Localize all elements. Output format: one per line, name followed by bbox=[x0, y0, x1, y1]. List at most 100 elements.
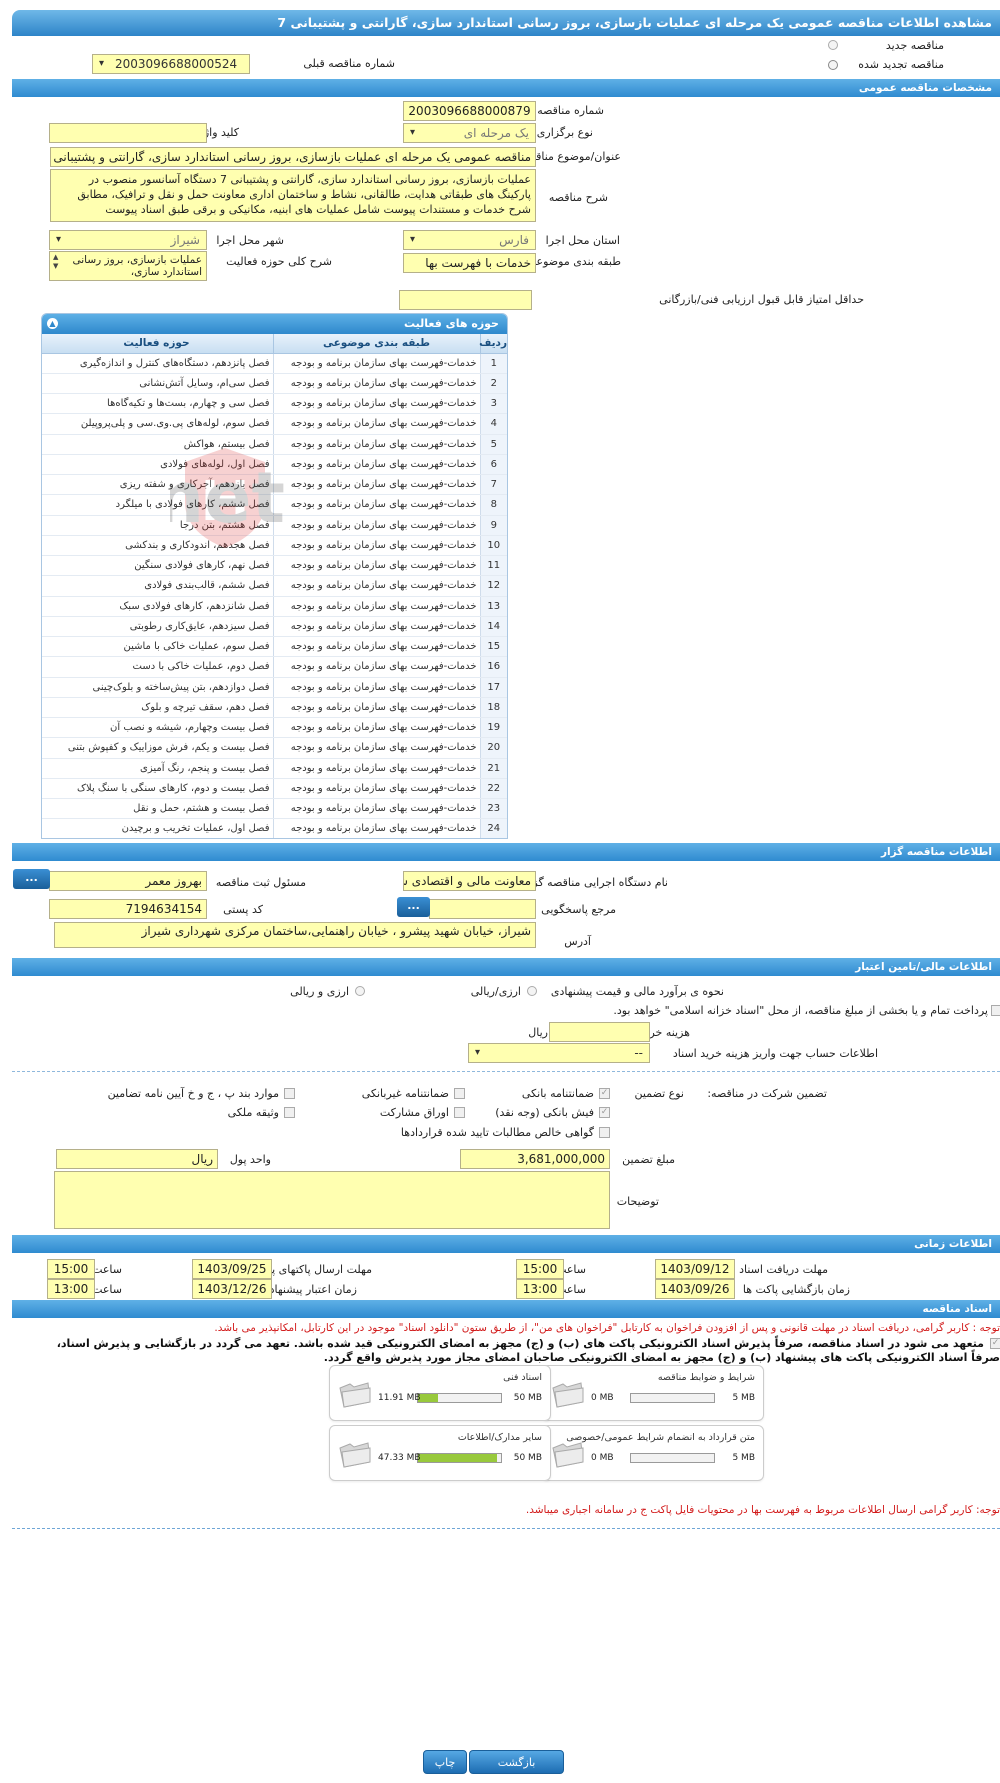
table-row[interactable]: 8 خدمات-فهرست بهای سازمان برنامه و بودجه ف… bbox=[42, 494, 507, 516]
header-row-number[interactable]: ردیف bbox=[479, 334, 507, 354]
address-field[interactable]: شیراز، خیابان شهید پیشرو ، خیابان راهنما… bbox=[54, 922, 536, 948]
fx-radio[interactable] bbox=[355, 986, 365, 996]
category-cell: خدمات-فهرست بهای سازمان برنامه و بودجه bbox=[272, 515, 480, 536]
hold-type-value: یک مرحله ای bbox=[463, 126, 529, 140]
back-button[interactable]: بازگشت bbox=[469, 1750, 564, 1774]
table-row[interactable]: 24 خدمات-فهرست بهای سازمان برنامه و بودجه… bbox=[42, 818, 507, 838]
bonds-checkbox[interactable] bbox=[454, 1107, 465, 1118]
valid-time-field[interactable]: 13:00 bbox=[47, 1279, 95, 1299]
table-row[interactable]: 15 خدمات-فهرست بهای سازمان برنامه و بودجه… bbox=[42, 636, 507, 658]
new-tender-radio[interactable] bbox=[828, 40, 838, 50]
bank-guarantee-checkbox[interactable]: ✓ bbox=[599, 1088, 610, 1099]
table-row[interactable]: 5 خدمات-فهرست بهای سازمان برنامه و بودجه ف… bbox=[42, 434, 507, 455]
row-number-cell: 22 bbox=[479, 778, 507, 800]
row-number-cell: 15 bbox=[479, 636, 507, 658]
amount-field[interactable]: 3,681,000,000 bbox=[460, 1149, 610, 1169]
city-value: شیراز bbox=[170, 233, 200, 247]
table-row[interactable]: 1 خدمات-فهرست بهای سازمان برنامه و بودجه ف… bbox=[42, 353, 507, 374]
collapse-icon[interactable]: ▲ bbox=[47, 318, 58, 329]
rial-radio[interactable] bbox=[527, 986, 537, 996]
notes-field[interactable] bbox=[54, 1171, 610, 1229]
description-field[interactable]: عملیات بازسازی، بروز رسانی استاندارد ساز… bbox=[50, 169, 536, 222]
table-row[interactable]: 21 خدمات-فهرست بهای سازمان برنامه و بودجه… bbox=[42, 758, 507, 779]
hold-type-select[interactable]: یک مرحله ای ▾ bbox=[403, 123, 536, 143]
doc-box-max: 50 MB bbox=[513, 1453, 542, 1463]
receive-time-field[interactable]: 15:00 bbox=[516, 1259, 564, 1279]
doc-fee-field[interactable] bbox=[549, 1022, 650, 1042]
doc-box-contract[interactable]: متن قرارداد به انضمام شرایط عمومی/خصوصی … bbox=[542, 1425, 764, 1481]
activity-desc-label: شرح کلی حوزه فعالیت bbox=[226, 255, 332, 268]
bank-receipt-checkbox[interactable]: ✓ bbox=[599, 1107, 610, 1118]
registrar-lookup-button[interactable]: ... bbox=[13, 869, 50, 889]
table-row[interactable]: 9 خدمات-فهرست بهای سازمان برنامه و بودجه ف… bbox=[42, 515, 507, 536]
section-documents: اسناد مناقصه bbox=[12, 1300, 1000, 1318]
table-row[interactable]: 17 خدمات-فهرست بهای سازمان برنامه و بودجه… bbox=[42, 677, 507, 698]
receive-date-field[interactable]: 1403/09/12 bbox=[655, 1259, 735, 1279]
prev-number-label: شماره مناقصه قبلی bbox=[303, 57, 395, 70]
row-number-cell: 8 bbox=[479, 494, 507, 516]
header-activity[interactable]: حوزه فعالیت bbox=[42, 334, 273, 354]
currency-field[interactable]: ریال bbox=[56, 1149, 218, 1169]
open-date-field[interactable]: 1403/09/26 bbox=[655, 1279, 735, 1299]
open-label: زمان بازگشایی پاکت ها bbox=[742, 1283, 850, 1296]
table-row[interactable]: 22 خدمات-فهرست بهای سازمان برنامه و بودجه… bbox=[42, 778, 507, 800]
treasury-checkbox[interactable] bbox=[991, 1005, 1000, 1016]
prev-number-select[interactable]: 2003096688000524 ▾ bbox=[92, 54, 250, 74]
table-row[interactable]: 10 خدمات-فهرست بهای سازمان برنامه و بودجه… bbox=[42, 535, 507, 557]
min-score-field[interactable] bbox=[399, 290, 532, 310]
city-select[interactable]: شیراز ▾ bbox=[49, 230, 207, 250]
org-field[interactable]: معاونت مالی و اقتصادی شهرداری شیراز bbox=[403, 871, 536, 891]
table-row[interactable]: 12 خدمات-فهرست بهای سازمان برنامه و بودجه… bbox=[42, 575, 507, 597]
table-row[interactable]: 13 خدمات-فهرست بهای سازمان برنامه و بودجه… bbox=[42, 596, 507, 617]
table-row[interactable]: 4 خدمات-فهرست بهای سازمان برنامه و بودجه ف… bbox=[42, 413, 507, 435]
account-select[interactable]: -- ▾ bbox=[468, 1043, 650, 1063]
property-collateral-checkbox[interactable] bbox=[284, 1107, 295, 1118]
table-row[interactable]: 20 خدمات-فهرست بهای سازمان برنامه و بودجه… bbox=[42, 737, 507, 759]
renewed-tender-radio[interactable] bbox=[828, 60, 838, 70]
registrar-field[interactable]: بهروز معمر bbox=[49, 871, 207, 891]
doc-box-other[interactable]: سایر مدارک/اطلاعات 50 MB 47.33 MB bbox=[329, 1425, 551, 1481]
subject-field[interactable]: مناقصه عمومی یک مرحله ای عملیات بازسازی،… bbox=[50, 147, 536, 167]
number-field[interactable]: 2003096688000879 bbox=[403, 101, 536, 121]
doc-box-terms[interactable]: شرایط و ضوابط مناقصه 5 MB 0 MB bbox=[542, 1365, 764, 1421]
divider bbox=[12, 1528, 1000, 1529]
table-row[interactable]: 19 خدمات-فهرست بهای سازمان برنامه و بودجه… bbox=[42, 717, 507, 739]
postal-field[interactable]: 7194634154 bbox=[49, 899, 207, 919]
table-row[interactable]: 18 خدمات-فهرست بهای سازمان برنامه و بودجه… bbox=[42, 697, 507, 719]
regulation-items-checkbox[interactable] bbox=[284, 1088, 295, 1099]
province-select[interactable]: فارس ▾ bbox=[403, 230, 536, 250]
category-field[interactable]: خدمات با فهرست بها bbox=[403, 253, 536, 273]
table-row[interactable]: 6 خدمات-فهرست بهای سازمان برنامه و بودجه ف… bbox=[42, 454, 507, 476]
header-category[interactable]: طبقه بندی موضوعی bbox=[272, 334, 480, 354]
documents-note: توجه : کاربر گرامی، دریافت اسناد در مهلت… bbox=[214, 1322, 1000, 1334]
reference-field[interactable] bbox=[429, 899, 536, 919]
reference-lookup-button[interactable]: ... bbox=[397, 897, 430, 917]
section-financial: اطلاعات مالی/تامین اعتبار bbox=[12, 958, 1000, 976]
claims-certificate-checkbox[interactable] bbox=[599, 1127, 610, 1138]
table-row[interactable]: 11 خدمات-فهرست بهای سازمان برنامه و بودجه… bbox=[42, 555, 507, 577]
commitment-checkbox[interactable]: ✓ bbox=[990, 1338, 1000, 1349]
print-button[interactable]: چاپ bbox=[423, 1750, 467, 1774]
keyword-field[interactable] bbox=[49, 123, 207, 143]
doc-box-technical[interactable]: اسناد فنی 50 MB 11.91 MB bbox=[329, 1365, 551, 1421]
send-date-field[interactable]: 1403/09/25 bbox=[192, 1259, 272, 1279]
table-row[interactable]: 14 خدمات-فهرست بهای سازمان برنامه و بودجه… bbox=[42, 616, 507, 638]
valid-date-field[interactable]: 1403/12/26 bbox=[192, 1279, 272, 1299]
table-row[interactable]: 16 خدمات-فهرست بهای سازمان برنامه و بودجه… bbox=[42, 656, 507, 678]
table-row[interactable]: 7 خدمات-فهرست بهای سازمان برنامه و بودجه ف… bbox=[42, 474, 507, 496]
registrar-label: مسئول ثبت مناقصه bbox=[215, 876, 306, 889]
activity-cell: فصل هشتم، بتن درجا bbox=[42, 515, 273, 536]
nonbank-guarantee-checkbox[interactable] bbox=[454, 1088, 465, 1099]
table-row[interactable]: 23 خدمات-فهرست بهای سازمان برنامه و بودجه… bbox=[42, 798, 507, 820]
table-row[interactable]: 2 خدمات-فهرست بهای سازمان برنامه و بودجه ف… bbox=[42, 373, 507, 395]
open-time-field[interactable]: 13:00 bbox=[516, 1279, 564, 1299]
city-label: شهر محل اجرا bbox=[216, 234, 284, 247]
send-time-field[interactable]: 15:00 bbox=[47, 1259, 95, 1279]
category-cell: خدمات-فهرست بهای سازمان برنامه و بودجه bbox=[272, 494, 480, 516]
commitment-note-2: صرفاً اسناد الکترونیکی پاکت های پیشنهاد … bbox=[323, 1351, 1000, 1364]
currency-label: واحد پول bbox=[229, 1153, 271, 1166]
scroll-arrows-icon[interactable]: ▲ ▼ bbox=[53, 253, 58, 271]
new-tender-label: مناقصه جدید bbox=[885, 39, 944, 52]
table-row[interactable]: 3 خدمات-فهرست بهای سازمان برنامه و بودجه ف… bbox=[42, 393, 507, 415]
activity-desc-field[interactable]: عملیات بازسازی، بروز رسانی استاندارد ساز… bbox=[49, 251, 207, 281]
